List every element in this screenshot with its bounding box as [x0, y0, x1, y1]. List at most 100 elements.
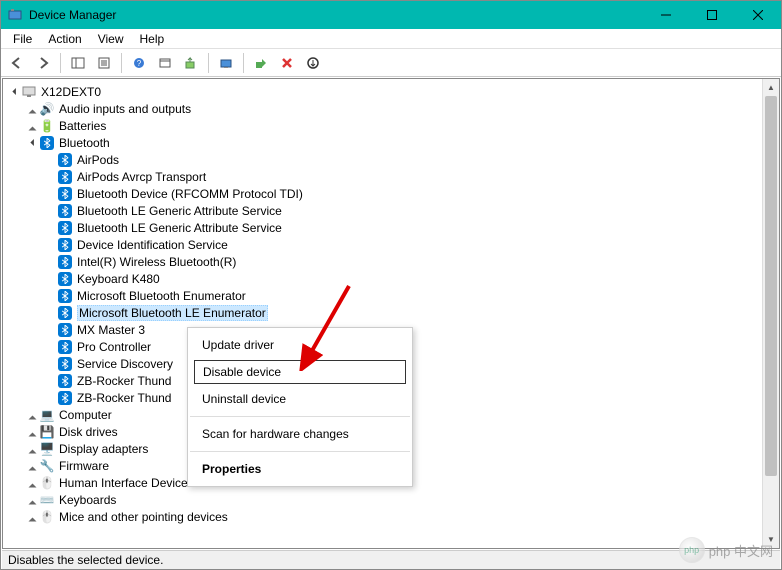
expander-icon[interactable]	[25, 136, 39, 150]
scroll-up-button[interactable]: ▲	[763, 79, 779, 96]
vertical-scrollbar[interactable]: ▲ ▼	[762, 79, 779, 548]
bluetooth-device[interactable]: Bluetooth Device (RFCOMM Protocol TDI)	[3, 185, 779, 202]
node-label[interactable]: Microsoft Bluetooth Enumerator	[77, 289, 246, 303]
expander-icon[interactable]	[25, 510, 39, 524]
node-label[interactable]: Service Discovery	[77, 357, 173, 371]
expander-icon[interactable]	[25, 493, 39, 507]
scroll-thumb[interactable]	[765, 96, 777, 476]
expander-icon[interactable]	[25, 442, 39, 456]
menu-file[interactable]: File	[5, 30, 40, 48]
bluetooth-icon	[57, 322, 73, 338]
node-label[interactable]: AirPods	[77, 153, 119, 167]
uninstall-device-button[interactable]	[301, 51, 325, 75]
node-label[interactable]: ZB-Rocker Thund	[77, 391, 171, 405]
show-hide-tree-button[interactable]	[66, 51, 90, 75]
node-label[interactable]: Batteries	[59, 119, 106, 133]
node-label[interactable]: Microsoft Bluetooth LE Enumerator	[77, 305, 268, 321]
ctx-disable-device[interactable]: Disable device	[194, 360, 406, 384]
expander-icon[interactable]	[25, 408, 39, 422]
ctx-properties[interactable]: Properties	[188, 456, 412, 482]
category-bluetooth[interactable]: Bluetooth	[3, 134, 779, 151]
expander-icon[interactable]	[25, 425, 39, 439]
watermark: php php 中文网	[679, 537, 773, 563]
bluetooth-icon	[57, 373, 73, 389]
node-label[interactable]: Bluetooth LE Generic Attribute Service	[77, 204, 282, 218]
bluetooth-icon	[57, 186, 73, 202]
category-audio[interactable]: 🔊Audio inputs and outputs	[3, 100, 779, 117]
bluetooth-device[interactable]: Microsoft Bluetooth Enumerator	[3, 287, 779, 304]
update-driver-button[interactable]	[179, 51, 203, 75]
node-label[interactable]: Bluetooth Device (RFCOMM Protocol TDI)	[77, 187, 303, 201]
status-text: Disables the selected device.	[8, 553, 163, 567]
menu-action[interactable]: Action	[40, 30, 89, 48]
bluetooth-device[interactable]: Keyboard K480	[3, 270, 779, 287]
expander-icon[interactable]	[25, 119, 39, 133]
node-label[interactable]: Mice and other pointing devices	[59, 510, 228, 524]
node-label[interactable]: Pro Controller	[77, 340, 151, 354]
node-label[interactable]: Bluetooth	[59, 136, 110, 150]
back-button[interactable]	[5, 51, 29, 75]
node-label[interactable]: Device Identification Service	[77, 238, 228, 252]
expander-icon[interactable]	[7, 85, 21, 99]
expander-icon[interactable]	[25, 476, 39, 490]
action-button[interactable]	[153, 51, 177, 75]
disable-device-button[interactable]	[275, 51, 299, 75]
forward-button[interactable]	[31, 51, 55, 75]
bluetooth-device[interactable]: Bluetooth LE Generic Attribute Service	[3, 202, 779, 219]
bluetooth-icon	[57, 169, 73, 185]
bluetooth-icon	[57, 339, 73, 355]
keyboard-icon: ⌨️	[39, 492, 55, 508]
bluetooth-device[interactable]: Intel(R) Wireless Bluetooth(R)	[3, 253, 779, 270]
bluetooth-icon	[57, 271, 73, 287]
node-label[interactable]: X12DEXT0	[41, 85, 101, 99]
node-label[interactable]: Computer	[59, 408, 112, 422]
bluetooth-icon	[57, 237, 73, 253]
bluetooth-device[interactable]: Bluetooth LE Generic Attribute Service	[3, 219, 779, 236]
mouse-icon: 🖱️	[39, 509, 55, 525]
bluetooth-device[interactable]: AirPods	[3, 151, 779, 168]
scan-hardware-button[interactable]	[214, 51, 238, 75]
bluetooth-icon	[57, 356, 73, 372]
category-mice[interactable]: 🖱️ Mice and other pointing devices	[3, 508, 779, 525]
firmware-icon: 🔧	[39, 458, 55, 474]
maximize-button[interactable]	[689, 1, 735, 29]
node-label[interactable]: Keyboards	[59, 493, 116, 507]
bluetooth-device[interactable]: AirPods Avrcp Transport	[3, 168, 779, 185]
bluetooth-icon	[57, 203, 73, 219]
ctx-scan-hardware[interactable]: Scan for hardware changes	[188, 421, 412, 447]
category-batteries[interactable]: 🔋Batteries	[3, 117, 779, 134]
expander-icon[interactable]	[25, 459, 39, 473]
enable-device-button[interactable]	[249, 51, 273, 75]
help-button[interactable]: ?	[127, 51, 151, 75]
toolbar: ?	[1, 49, 781, 77]
watermark-text: php 中文网	[709, 541, 773, 560]
ctx-uninstall-device[interactable]: Uninstall device	[188, 386, 412, 412]
ctx-update-driver[interactable]: Update driver	[188, 332, 412, 358]
bluetooth-icon	[57, 254, 73, 270]
node-label[interactable]: Audio inputs and outputs	[59, 102, 191, 116]
node-label[interactable]: Keyboard K480	[77, 272, 160, 286]
tree-root[interactable]: X12DEXT0	[3, 83, 779, 100]
minimize-button[interactable]	[643, 1, 689, 29]
node-label[interactable]: AirPods Avrcp Transport	[77, 170, 206, 184]
expander-icon[interactable]	[25, 102, 39, 116]
menu-view[interactable]: View	[90, 30, 132, 48]
bluetooth-device[interactable]: Microsoft Bluetooth LE Enumerator	[3, 304, 779, 321]
properties-button[interactable]	[92, 51, 116, 75]
node-label[interactable]: Human Interface Devices	[59, 476, 194, 490]
ctx-separator	[190, 416, 410, 417]
bluetooth-icon	[57, 288, 73, 304]
close-button[interactable]	[735, 1, 781, 29]
menu-help[interactable]: Help	[132, 30, 173, 48]
node-label[interactable]: Intel(R) Wireless Bluetooth(R)	[77, 255, 236, 269]
node-label[interactable]: Display adapters	[59, 442, 148, 456]
node-label[interactable]: ZB-Rocker Thund	[77, 374, 171, 388]
node-label[interactable]: Firmware	[59, 459, 109, 473]
bluetooth-device[interactable]: Device Identification Service	[3, 236, 779, 253]
bluetooth-icon	[57, 152, 73, 168]
category-keyboards[interactable]: ⌨️ Keyboards	[3, 491, 779, 508]
node-label[interactable]: Bluetooth LE Generic Attribute Service	[77, 221, 282, 235]
context-menu: Update driver Disable device Uninstall d…	[187, 327, 413, 487]
node-label[interactable]: Disk drives	[59, 425, 118, 439]
node-label[interactable]: MX Master 3	[77, 323, 145, 337]
